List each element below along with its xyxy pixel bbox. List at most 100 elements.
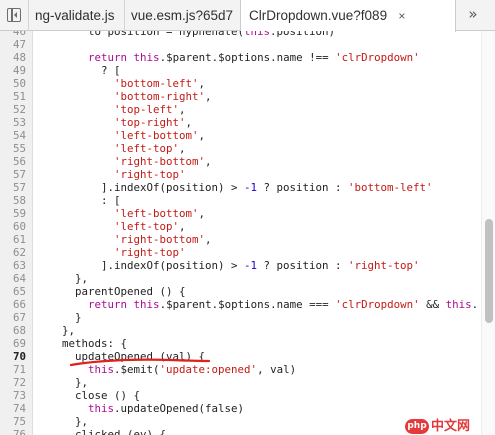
- chevrons-right-icon[interactable]: »: [460, 0, 486, 31]
- line-number: 53: [12, 116, 26, 129]
- code-text: 'left-bottom',: [114, 207, 206, 220]
- line-number: 70: [12, 350, 26, 363]
- line-number: 47: [12, 38, 26, 51]
- watermark-text: 中文网: [431, 419, 471, 434]
- tab-ng-validate[interactable]: ng-validate.js: [35, 0, 119, 31]
- code-editor[interactable]: 46 to position = hyphenate(this.position…: [0, 31, 495, 435]
- code-line[interactable]: 54 'left-bottom',: [0, 129, 495, 142]
- code-line[interactable]: 67 }: [0, 311, 495, 324]
- code-line[interactable]: 66 return this.$parent.$options.name ===…: [0, 298, 495, 311]
- code-line[interactable]: 57 'right-top': [0, 168, 495, 181]
- code-text: 'bottom-right',: [114, 90, 212, 103]
- code-line[interactable]: 50 'bottom-left',: [0, 77, 495, 90]
- code-text: 'right-bottom',: [114, 155, 212, 168]
- code-text: 'left-top',: [114, 220, 186, 233]
- line-number: 67: [12, 311, 26, 324]
- tab-separator: [28, 0, 29, 31]
- code-text: to position = hyphenate(this.position): [36, 31, 336, 38]
- code-line[interactable]: 57 ].indexOf(position) > -1 ? position :…: [0, 181, 495, 194]
- code-line[interactable]: 73 close () {: [0, 389, 495, 402]
- line-number: 51: [12, 90, 26, 103]
- code-line[interactable]: 72 },: [0, 376, 495, 389]
- code-text: this.updateOpened(false): [88, 402, 245, 415]
- code-text: return this.$parent.$options.name !== 'c…: [88, 51, 420, 64]
- close-icon[interactable]: ×: [395, 1, 409, 32]
- code-line[interactable]: 48 return this.$parent.$options.name !==…: [0, 51, 495, 64]
- line-number: 50: [12, 77, 26, 90]
- code-line[interactable]: 53 'top-right',: [0, 116, 495, 129]
- code-line[interactable]: 69 methods: {: [0, 337, 495, 350]
- line-number: 63: [12, 259, 26, 272]
- tab-bar: ng-validate.js vue.esm.js?65d7 ClrDropdo…: [0, 0, 495, 32]
- code-line[interactable]: 55 'left-top',: [0, 142, 495, 155]
- code-line[interactable]: 61 'right-bottom',: [0, 233, 495, 246]
- line-number: 69: [12, 337, 26, 350]
- line-number: 64: [12, 272, 26, 285]
- code-text: : [: [36, 194, 121, 207]
- code-text: 'top-left',: [114, 103, 186, 116]
- line-number: 59: [12, 207, 26, 220]
- code-text: },: [36, 324, 76, 337]
- line-number: 74: [12, 402, 26, 415]
- code-text: ].indexOf(position) > -1 ? position : 'b…: [36, 181, 433, 194]
- line-number: 76: [12, 428, 26, 435]
- code-text: 'right-top': [114, 168, 186, 181]
- code-text: ? [: [36, 64, 121, 77]
- code-text: clicked (ev) {: [36, 428, 167, 435]
- tab-clrdropdown[interactable]: ClrDropdown.vue?f089 ×: [240, 0, 456, 32]
- line-number: 68: [12, 324, 26, 337]
- code-line[interactable]: 60 'left-top',: [0, 220, 495, 233]
- line-number: 55: [12, 142, 26, 155]
- code-text: parentOpened () {: [36, 285, 186, 298]
- code-text: },: [36, 272, 89, 285]
- code-line[interactable]: 49 ? [: [0, 64, 495, 77]
- code-line[interactable]: 47: [0, 38, 495, 51]
- code-text: 'top-right',: [114, 116, 193, 129]
- code-line[interactable]: 46 to position = hyphenate(this.position…: [0, 31, 495, 38]
- line-number: 57: [12, 181, 26, 194]
- line-number: 57: [12, 168, 26, 181]
- code-text: methods: {: [36, 337, 128, 350]
- code-text: },: [36, 415, 89, 428]
- code-line[interactable]: 51 'bottom-right',: [0, 90, 495, 103]
- tab-label: ng-validate.js: [35, 8, 115, 23]
- scrollbar-thumb[interactable]: [485, 219, 493, 323]
- line-number: 71: [12, 363, 26, 376]
- code-text: 'left-top',: [114, 142, 186, 155]
- code-line[interactable]: 59 'left-bottom',: [0, 207, 495, 220]
- line-number: 46: [12, 31, 26, 38]
- line-number: 65: [12, 285, 26, 298]
- code-text: },: [36, 376, 89, 389]
- annotation-underline: [69, 358, 211, 367]
- watermark-logo: php 中文网: [405, 418, 495, 435]
- vertical-scrollbar[interactable]: [481, 31, 495, 435]
- line-number: 48: [12, 51, 26, 64]
- code-line[interactable]: 58 : [: [0, 194, 495, 207]
- code-text: return this.$parent.$options.name === 'c…: [88, 298, 479, 311]
- line-number: 75: [12, 415, 26, 428]
- code-text: }: [36, 311, 82, 324]
- code-line[interactable]: 64 },: [0, 272, 495, 285]
- code-line[interactable]: 65 parentOpened () {: [0, 285, 495, 298]
- code-line[interactable]: 63 ].indexOf(position) > -1 ? position :…: [0, 259, 495, 272]
- line-number: 56: [12, 155, 26, 168]
- code-line[interactable]: 52 'top-left',: [0, 103, 495, 116]
- code-text: 'right-top': [114, 246, 186, 259]
- line-number: 49: [12, 64, 26, 77]
- line-number: 62: [12, 246, 26, 259]
- line-number: 60: [12, 220, 26, 233]
- code-text: 'bottom-left',: [114, 77, 206, 90]
- line-number: 72: [12, 376, 26, 389]
- tab-label: ClrDropdown.vue?f089: [249, 8, 388, 23]
- code-text: 'right-bottom',: [114, 233, 212, 246]
- line-number: 73: [12, 389, 26, 402]
- line-number: 52: [12, 103, 26, 116]
- code-line[interactable]: 68 },: [0, 324, 495, 337]
- code-line[interactable]: 74 this.updateOpened(false): [0, 402, 495, 415]
- sidebar-toggle-icon[interactable]: [7, 8, 21, 22]
- code-text: 'left-bottom',: [114, 129, 206, 142]
- tab-vue-esm[interactable]: vue.esm.js?65d7: [131, 0, 233, 31]
- code-line[interactable]: 56 'right-bottom',: [0, 155, 495, 168]
- line-number: 58: [12, 194, 26, 207]
- code-line[interactable]: 62 'right-top': [0, 246, 495, 259]
